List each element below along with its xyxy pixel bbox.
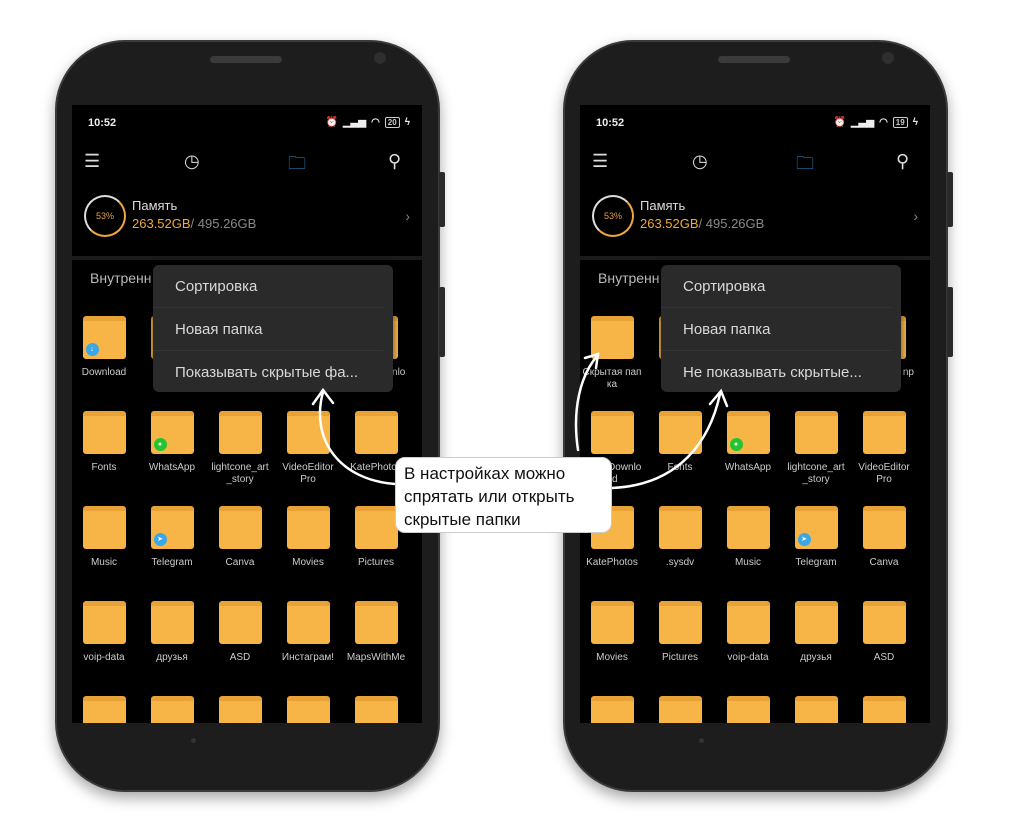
annotation-arrows <box>311 352 729 490</box>
callout-annotation: В настройках можно спрятать или открыть … <box>395 457 612 533</box>
arrow-hidden-folder <box>574 352 600 452</box>
arrow-right <box>610 388 729 490</box>
arrow-left <box>311 387 397 486</box>
